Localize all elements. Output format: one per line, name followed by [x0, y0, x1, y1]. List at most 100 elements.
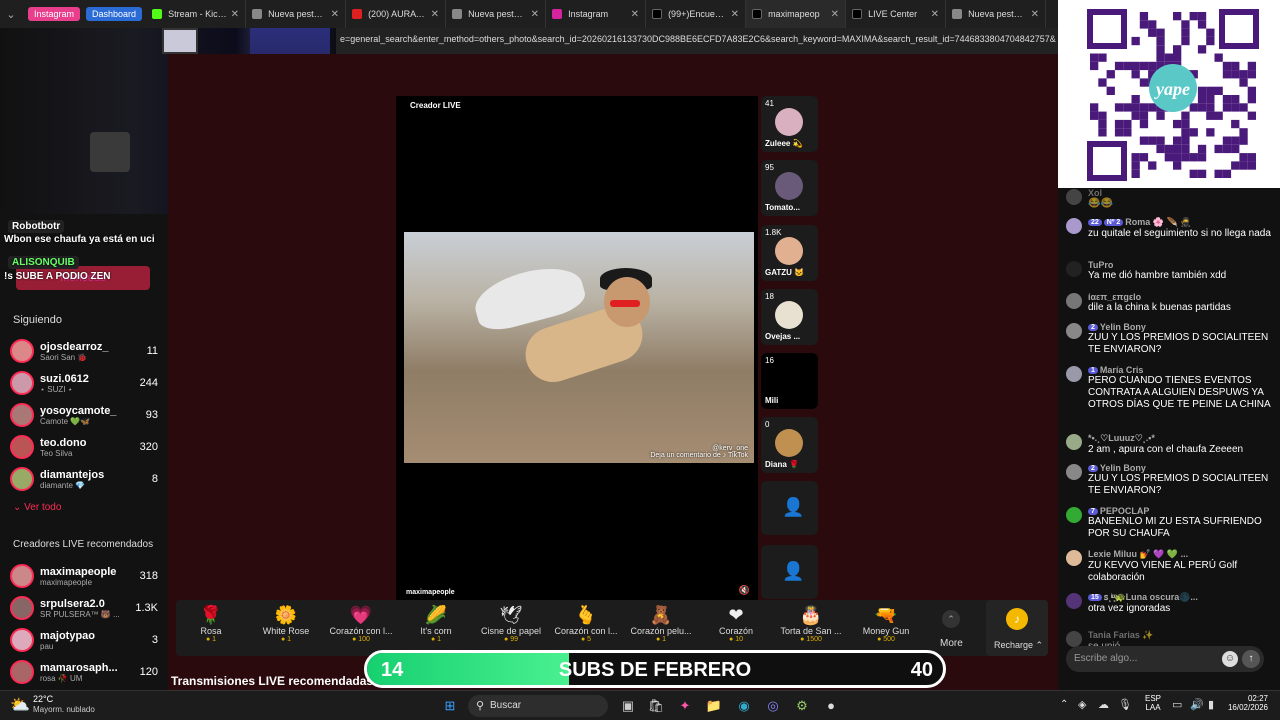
- browser-tab[interactable]: maximapeop ✕: [746, 0, 847, 28]
- browser-tab[interactable]: LIVE Center ✕: [846, 0, 947, 28]
- close-tab-icon[interactable]: ✕: [431, 9, 439, 20]
- person-icon: 👤: [782, 561, 805, 581]
- chat-body: TuPro Ya me dió hambre también xdd: [1088, 260, 1276, 282]
- emoji-icon[interactable]: ☺: [1222, 651, 1238, 667]
- empty-guest-slot[interactable]: 👤: [761, 481, 818, 535]
- overlay-chat-user-2: ALISONQUIB: [8, 256, 79, 269]
- tab-group-dashboard[interactable]: Dashboard: [86, 7, 143, 21]
- send-icon[interactable]: ↑: [1242, 650, 1260, 668]
- sidebar-channel-recommended[interactable]: srpulsera2.0 SR PULSERA™ 🐻 ... 1.3K: [10, 593, 158, 623]
- gift-item[interactable]: 🌹 Rosa ● 1: [176, 604, 246, 654]
- gift-item[interactable]: 🌼 White Rose ● 1: [251, 604, 321, 654]
- close-tab-icon[interactable]: ✕: [231, 9, 239, 20]
- sidebar-channel-following[interactable]: yosoycamote_ Camote 💚🦋 93: [10, 400, 158, 430]
- sidebar-channel-recommended[interactable]: mamarosaph... rosa 🥀 UM 120: [10, 657, 158, 687]
- guest-slot[interactable]: 18 Ovejas ...: [761, 289, 818, 345]
- browser-tab[interactable]: Nueva pestaña ✕: [246, 0, 347, 28]
- sidebar-channel-recommended[interactable]: majotypao pau 3: [10, 625, 158, 655]
- sidebar-channel-following[interactable]: teo.dono Teo Silva 320: [10, 432, 158, 462]
- chat-text: 😂😂: [1088, 198, 1113, 209]
- chat-avatar: [1066, 593, 1082, 609]
- tray-app-icon[interactable]: ◈: [1078, 698, 1086, 711]
- see-all-link[interactable]: ⌄ Ver todo: [13, 502, 61, 513]
- browser-tab[interactable]: Instagram ✕: [546, 0, 647, 28]
- gift-item[interactable]: 💗 Corazón con l... ● 100: [326, 604, 396, 654]
- chat-text: dile a la china k buenas partidas: [1088, 302, 1231, 313]
- gift-item[interactable]: 🧸 Corazón pelu... ● 1: [626, 604, 696, 654]
- chat-body: 2 Yelin Bony ZUU Y LOS PREMIOS D SOCIALITE…: [1088, 463, 1276, 497]
- volume-icon[interactable]: 🔊: [1190, 698, 1204, 711]
- close-tab-icon[interactable]: ✕: [831, 9, 839, 20]
- obs-icon[interactable]: ●: [821, 696, 841, 716]
- viewer-count: 11: [146, 345, 158, 357]
- chat-message: 1 María Cris PERO CUANDO TIENES EVENTOS CO…: [1066, 365, 1276, 411]
- close-tab-icon[interactable]: ✕: [1031, 9, 1039, 20]
- chat-body: Lexie Miluu 💅 💜 💚 ... ZU KEVVO VIENE AL P…: [1088, 549, 1276, 584]
- language-indicator[interactable]: ESP LAA: [1145, 694, 1161, 712]
- windows-start-icon[interactable]: ⊞: [440, 696, 460, 716]
- guest-slot[interactable]: 41 Zuleee 💫: [761, 96, 818, 152]
- task-view-icon[interactable]: ▣: [618, 696, 638, 716]
- channel-subtitle: Teo Silva: [40, 448, 73, 458]
- clock[interactable]: 02:27 16/02/2026: [1224, 694, 1268, 712]
- tray-cloud-icon[interactable]: ☁: [1098, 698, 1109, 711]
- store-icon[interactable]: 🛍: [646, 696, 666, 716]
- taskbar-search[interactable]: ⚲ Buscar: [468, 695, 608, 717]
- tray-chevron-icon[interactable]: ⌃: [1060, 699, 1068, 710]
- gift-item[interactable]: 🌽 It's corn ● 1: [401, 604, 471, 654]
- more-gifts-button[interactable]: More: [940, 638, 963, 649]
- chat-username: Lexie Miluu 💅 💜 💚 ...: [1088, 549, 1276, 560]
- chat-avatar: [1066, 189, 1082, 205]
- tab-group-instagram[interactable]: Instagram: [28, 7, 81, 21]
- tab-list-chevron-icon[interactable]: ⌄: [0, 3, 22, 25]
- close-tab-icon[interactable]: ✕: [731, 9, 739, 20]
- gift-item[interactable]: 🫰 Corazón con l... ● 5: [551, 604, 621, 654]
- gift-item[interactable]: 🕊 Cisne de papel ● 99: [476, 604, 546, 654]
- channel-subtitle: Camote 💚🦋: [40, 416, 91, 426]
- browser-tab[interactable]: Nueva pestaña ✕: [946, 0, 1047, 28]
- edge-icon[interactable]: ◉: [734, 696, 754, 716]
- channel-info: mamarosaph... rosa 🥀 UM: [40, 662, 136, 683]
- weather-icon[interactable]: ⛅: [10, 695, 30, 715]
- chat-avatar: [1066, 366, 1082, 382]
- guest-slot[interactable]: 1.8K GATZU 🐱: [761, 225, 818, 281]
- battery-icon[interactable]: ▮: [1208, 698, 1214, 711]
- recharge-button[interactable]: ♪ Recharge ⌃: [986, 600, 1048, 656]
- chat-body: 15 ꜱ¸ͥ-͓ͫ🐢Luna oscura🌑... otra vez ignorad…: [1088, 592, 1276, 615]
- gift-item[interactable]: 🎂 Torta de San ... ● 1500: [776, 604, 846, 654]
- guest-slot[interactable]: 16 Mili: [761, 353, 818, 409]
- file-explorer-icon[interactable]: 📁: [704, 696, 724, 716]
- close-tab-icon[interactable]: ✕: [531, 9, 539, 20]
- url-text[interactable]: e=general_search&enter_method=others_pho…: [336, 28, 1060, 54]
- browser-tab[interactable]: (200) AURA = ♾ ✕: [346, 0, 447, 28]
- chat-message: TuPro Ya me dió hambre también xdd: [1066, 260, 1276, 282]
- discord-icon[interactable]: ◎: [763, 696, 783, 716]
- sidebar-channel-following[interactable]: ojosdearroz_ Saori San 🐞 11: [10, 336, 158, 366]
- close-tab-icon[interactable]: ✕: [631, 9, 639, 20]
- chat-text: ZUU Y LOS PREMIOS D SOCIALITEEN TE ENVIA…: [1088, 332, 1269, 355]
- coin-icon: ♪: [1006, 608, 1028, 630]
- mute-icon[interactable]: 🔇: [739, 585, 750, 596]
- guest-slot[interactable]: 95 Tomato...: [761, 160, 818, 216]
- close-tab-icon[interactable]: ✕: [331, 9, 339, 20]
- browser-tab[interactable]: Nueva pestaña ✕: [446, 0, 547, 28]
- app-icon[interactable]: ⚙: [792, 696, 812, 716]
- network-icon[interactable]: ▭: [1172, 698, 1182, 711]
- tray-mic-icon[interactable]: 🎙: [1118, 698, 1132, 711]
- chat-username: *•.¸♡Luuuz♡¸.•*: [1088, 433, 1276, 444]
- gift-item[interactable]: ❤ Corazón ● 10: [701, 604, 771, 654]
- sidebar-channel-following[interactable]: diamantejos diamante 💎 8: [10, 464, 158, 494]
- chat-message: 7 PEPOCLAP BANEENLO MI ZU ESTA SUFRIENDO P…: [1066, 506, 1276, 540]
- copilot-icon[interactable]: ✦: [675, 696, 695, 716]
- viewer-count: 1.3K: [135, 602, 158, 614]
- browser-tab[interactable]: Stream - Kick Das ✕: [146, 0, 247, 28]
- close-tab-icon[interactable]: ✕: [931, 9, 939, 20]
- sidebar-channel-following[interactable]: suzi.0612 ⋆ SUZI ⋆ 244: [10, 368, 158, 398]
- gift-item[interactable]: 🔫 Money Gun ● 500: [851, 604, 921, 654]
- chevron-up-icon[interactable]: ⌃: [942, 610, 960, 628]
- empty-guest-slot[interactable]: 👤: [761, 545, 818, 599]
- browser-tab[interactable]: (99+)Encuentra ✕: [646, 0, 747, 28]
- guest-slot[interactable]: 0 Diana 🌹: [761, 417, 818, 473]
- guest-score: 0: [765, 420, 770, 429]
- sidebar-channel-recommended[interactable]: maximapeople maximapeople 318: [10, 561, 158, 591]
